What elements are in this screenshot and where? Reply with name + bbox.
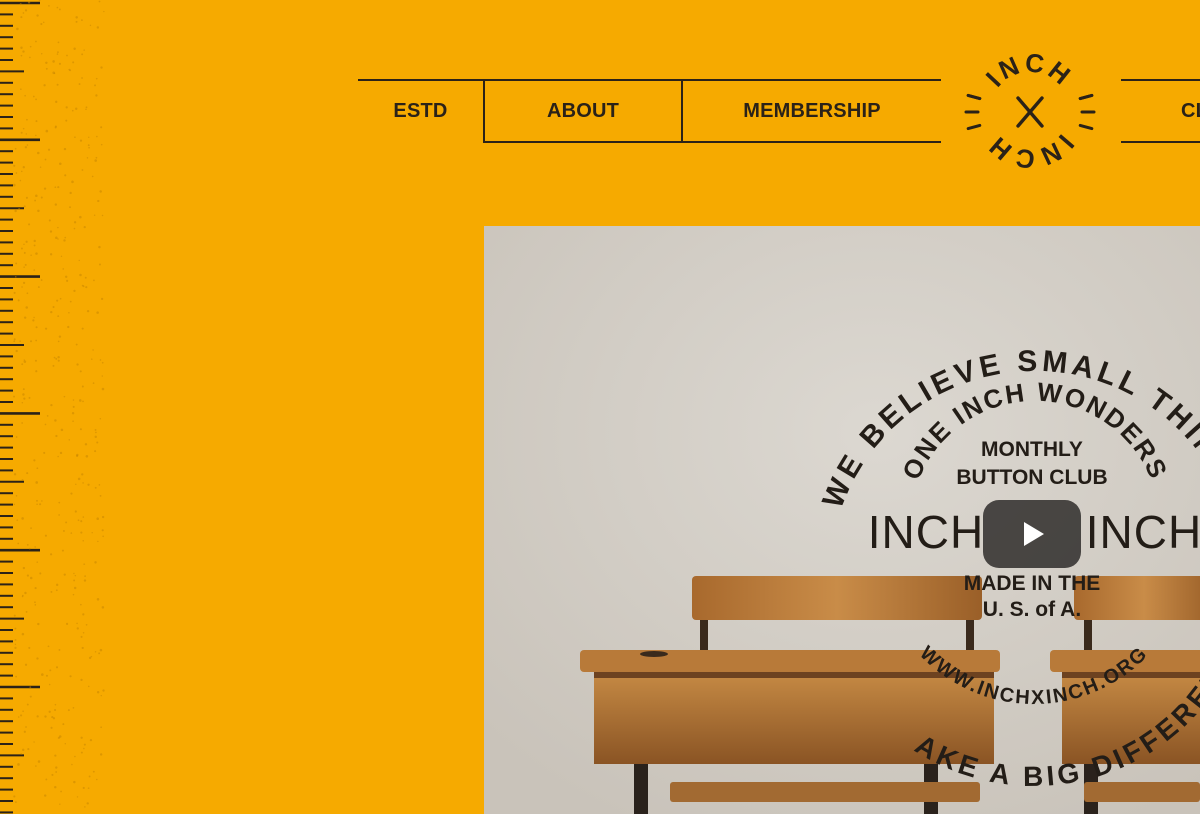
intro-video[interactable]: WE BELIEVE SMALL THINGS AKE A BIG DIFFER… bbox=[484, 226, 1200, 814]
badge-brand-left: INCH bbox=[868, 506, 984, 558]
ruler-decoration bbox=[0, 0, 105, 814]
badge-made-line2: U. S. of A. bbox=[983, 598, 1081, 621]
badge-made-line1: MADE IN THE bbox=[964, 572, 1101, 595]
logo-text-top: INCH bbox=[980, 47, 1079, 92]
nav-item-about[interactable]: ABOUT bbox=[485, 80, 681, 142]
nav-item-clipped[interactable]: CL bbox=[1181, 80, 1200, 142]
badge-line-club: BUTTON CLUB bbox=[956, 466, 1107, 489]
nav-item-estd[interactable]: ESTD bbox=[358, 80, 483, 142]
logo-text-bottom: INCH bbox=[981, 129, 1080, 175]
inch-x-inch-logo[interactable]: INCH INCH bbox=[960, 42, 1100, 182]
logo-tick bbox=[966, 93, 982, 101]
video-thumbnail: WE BELIEVE SMALL THINGS AKE A BIG DIFFER… bbox=[484, 226, 1200, 814]
badge-line-monthly: MONTHLY bbox=[981, 438, 1083, 461]
play-icon bbox=[1024, 522, 1044, 546]
badge-brand-right: INCH bbox=[1086, 506, 1200, 558]
logo-tick bbox=[1078, 123, 1094, 131]
logo-tick bbox=[1078, 93, 1094, 101]
play-button[interactable] bbox=[983, 500, 1081, 568]
nav-item-membership[interactable]: MEMBERSHIP bbox=[683, 80, 941, 142]
logo-tick bbox=[966, 123, 982, 131]
